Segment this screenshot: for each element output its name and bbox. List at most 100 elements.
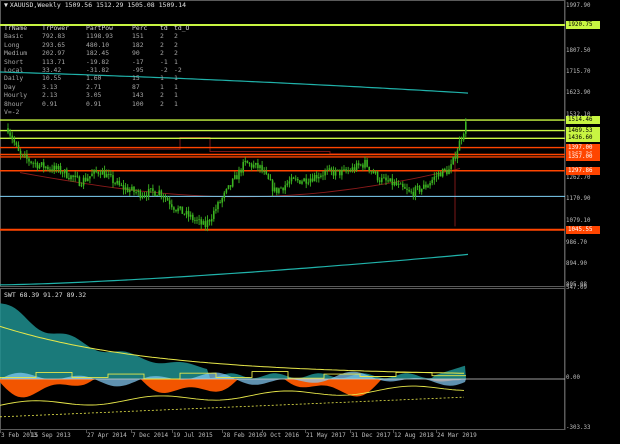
stats-cell: -95 (132, 66, 144, 75)
candle-body (238, 169, 240, 180)
price-level-label: 1514.46 (566, 116, 600, 125)
candle-body (435, 176, 438, 178)
candle-body (290, 177, 293, 182)
candle-body (410, 191, 412, 193)
time-axis-label: 21 May 2017 (306, 432, 346, 439)
candle-body (309, 178, 312, 183)
candle-body (301, 181, 303, 184)
candle-body (17, 144, 20, 151)
price-axis-tick: 986.70 (566, 239, 587, 246)
candle-body (108, 174, 110, 175)
candle-body (110, 174, 112, 176)
candle-body (68, 177, 70, 180)
dropdown-arrow-icon[interactable]: ▼ (4, 1, 8, 9)
candle-body (282, 187, 284, 191)
candle-body (404, 187, 406, 189)
candle-body (250, 163, 253, 168)
candle-body (343, 169, 345, 171)
stats-cell: Short (4, 57, 24, 66)
stats-cell: Long (4, 40, 20, 49)
candle-body (183, 213, 186, 215)
candle-body (74, 175, 76, 178)
stats-cell: 1 (160, 74, 164, 83)
candle-body (198, 219, 200, 221)
candle-body (51, 169, 53, 171)
candle-body (84, 177, 87, 181)
stats-cell: 202.97 (42, 49, 66, 58)
candle-body (257, 162, 259, 169)
stats-cell: 2 (160, 99, 164, 108)
candle-body (460, 139, 463, 141)
candle-body (181, 206, 184, 214)
stats-cell: 0.91 (42, 99, 58, 108)
candle-body (173, 207, 175, 210)
stats-cell: 2 (174, 49, 178, 58)
candle-body (158, 190, 160, 196)
candle-body (154, 191, 156, 196)
candle-body (213, 210, 215, 219)
price-axis-tick: 1170.90 (566, 196, 591, 203)
candle-body (357, 163, 360, 166)
candle-body (393, 182, 396, 186)
candle-body (49, 169, 51, 171)
candle-body (246, 160, 249, 164)
stats-row: Local 33.42 -31.82 -95 -2 -2 (4, 66, 192, 74)
candle-body (248, 163, 251, 164)
candle-body (215, 209, 217, 211)
candle-body (206, 220, 209, 228)
candle-body (19, 150, 22, 155)
candle-body (229, 185, 232, 187)
candle-body (276, 187, 278, 193)
candle-body (322, 175, 324, 177)
candle-body (280, 187, 282, 189)
candle-body (292, 177, 295, 179)
candle-body (255, 162, 257, 165)
candle-body (221, 197, 223, 203)
stats-row: Basic 792.83 1198.93 151 2 2 (4, 32, 192, 40)
candle-body (439, 172, 442, 177)
candle-body (307, 182, 310, 184)
candle-body (383, 177, 385, 179)
candle-body (126, 187, 129, 192)
candle-body (162, 195, 165, 198)
candle-body (120, 184, 123, 186)
stats-cell: -19.82 (86, 57, 110, 66)
stats-cell: 100 (132, 99, 144, 108)
candle-body (273, 187, 276, 192)
candle-body (412, 191, 415, 197)
stats-cell: 2 (160, 40, 164, 49)
candle-body (204, 221, 207, 228)
candle-body (265, 171, 268, 175)
candle-body (288, 181, 291, 184)
candle-body (208, 220, 211, 222)
candle-body (225, 188, 228, 193)
stats-cell: 1 (160, 82, 164, 91)
candle-body (240, 169, 242, 173)
candle-body (57, 165, 60, 170)
stats-cell: 1 (174, 99, 178, 108)
price-axis-tick: 1997.90 (566, 3, 591, 9)
stats-cell: 1198.93 (86, 32, 113, 41)
stats-cell: -2 (174, 66, 182, 75)
candle-body (261, 165, 263, 172)
candle-body (339, 169, 341, 176)
candle-body (353, 167, 356, 171)
stats-cell: -17 (132, 57, 144, 66)
candle-body (185, 211, 188, 215)
candle-body (231, 178, 234, 187)
stats-row: Daily 10.55 1.60 15 1 1 (4, 74, 192, 82)
candle-body (328, 168, 331, 170)
candle-body (34, 162, 37, 164)
candle-body (406, 188, 408, 190)
candle-body (267, 174, 270, 180)
candle-body (103, 170, 106, 178)
stats-row: Long 293.65 480.10 182 2 2 (4, 41, 192, 49)
candle-body (24, 154, 26, 156)
price-axis-tick: 1623.90 (566, 90, 591, 97)
candle-body (278, 188, 280, 193)
candle-body (332, 170, 335, 176)
trend-power-table: TrName TrPower PartPow Perc td td_O Basic 792.8… (4, 24, 192, 116)
candle-body (336, 169, 339, 171)
candle-body (431, 179, 433, 184)
time-axis-label: 19 Jul 2015 (173, 432, 213, 439)
